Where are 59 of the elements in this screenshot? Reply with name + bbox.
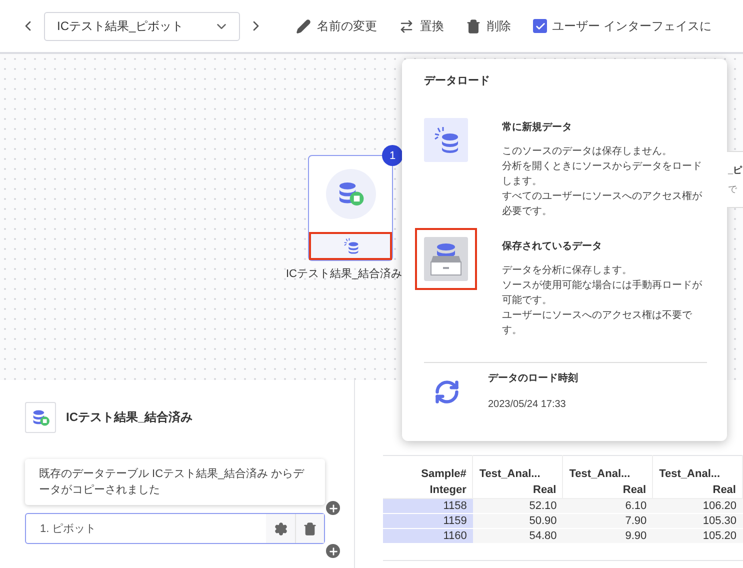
option-description: データを分析に保存します。: [502, 264, 633, 278]
load-time-value: 2023/05/24 17:33: [488, 399, 567, 410]
node-label: ICテスト結果_結合済み: [286, 266, 402, 281]
check-icon: [534, 20, 546, 32]
option-title: 常に新規データ: [502, 120, 573, 134]
table-cell: 106.20: [652, 498, 742, 514]
option-description: 分析を開くときにソースからデータをロードします。: [502, 160, 703, 189]
delete-button[interactable]: 削除: [466, 18, 511, 34]
checkbox-label: ユーザー インターフェイスに: [552, 18, 712, 34]
table-cell: 105.20: [652, 528, 742, 544]
node-subtitle: で: [728, 182, 738, 196]
checkbox[interactable]: [533, 19, 547, 33]
plus-icon: [328, 546, 338, 556]
option-description: すべてのユーザーにソースへのアクセス権が必要です。: [502, 190, 703, 219]
column-header: Test_Anal...: [562, 456, 653, 482]
swap-icon: [399, 18, 414, 34]
settings-icon: [274, 522, 288, 536]
trash-icon: [303, 522, 317, 536]
replace-button[interactable]: 置換: [399, 18, 444, 34]
partial-node-card[interactable]: _ピ で: [727, 151, 743, 208]
database-badge-icon: [30, 408, 50, 428]
pencil-icon: [296, 18, 311, 34]
option-description: このソースのデータは保存しません。: [502, 145, 673, 159]
table-cell: 105.30: [652, 514, 742, 528]
table-cell: 1159: [383, 514, 473, 528]
add-step-button[interactable]: [326, 501, 340, 515]
trash-icon: [466, 18, 481, 34]
copy-message: 既存のデータテーブル ICテスト結果_結合済み からデータがコピーされました: [25, 459, 325, 505]
table-dropdown[interactable]: ICテスト結果_ピボット: [44, 12, 240, 40]
table-cell: 9.90: [562, 528, 653, 544]
table-cell: 7.90: [562, 514, 653, 528]
load-option-button[interactable]: [415, 228, 477, 290]
load-time-label: データのロード時刻: [488, 372, 578, 385]
table-cell: 52.10: [472, 498, 563, 514]
option-description: ソースが使用可能な場合には手動再ロードが可能です。: [502, 278, 703, 308]
refresh-icon: [434, 379, 460, 405]
option-title: 保存されているデータ: [502, 240, 603, 253]
table-cell: 50.90: [472, 514, 563, 528]
table-cell: 6.10: [562, 498, 653, 514]
node-title: _ピ: [728, 164, 743, 176]
database-sparkle-icon: [342, 237, 360, 255]
column-header: Sample#: [383, 456, 473, 482]
database-tray-icon: [428, 242, 464, 276]
table-cell: 1158: [383, 498, 473, 514]
step-item[interactable]: 1. ピボット: [25, 513, 325, 544]
popover-title: データロード: [424, 74, 490, 88]
source-name: ICテスト結果_結合済み: [66, 409, 193, 426]
column-header: Test_Anal...: [652, 456, 742, 482]
rename-button[interactable]: 名前の変更: [296, 18, 377, 34]
column-header: Test_Anal...: [472, 456, 563, 482]
option-description: ユーザーにソースへのアクセス権は不要です。: [502, 308, 693, 338]
table-cell: 1160: [383, 528, 473, 544]
data-load-button[interactable]: [309, 232, 392, 260]
delete-step-button[interactable]: [295, 514, 324, 543]
settings-button[interactable]: [266, 514, 295, 543]
table-cell: 54.80: [472, 528, 563, 544]
add-step-button[interactable]: [326, 544, 340, 558]
count-badge: 1: [382, 145, 403, 166]
plus-icon: [328, 502, 338, 514]
